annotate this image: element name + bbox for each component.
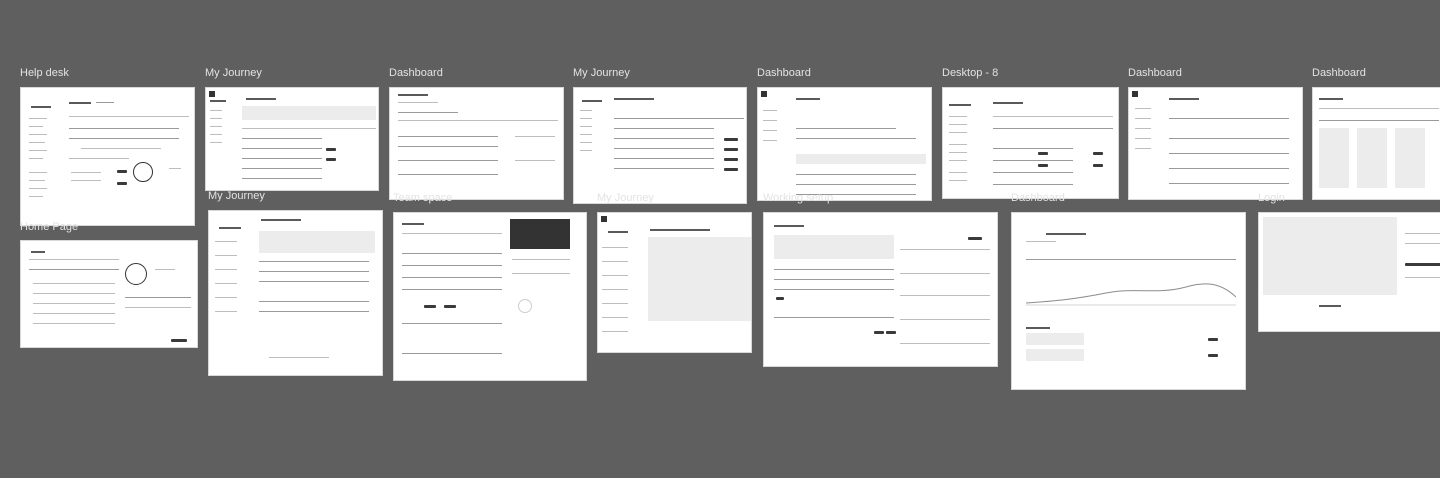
frame-my-journey[interactable] [573, 87, 747, 204]
frame-my-journey[interactable] [208, 210, 383, 376]
frame-dashboard[interactable] [1011, 212, 1246, 390]
frame-label[interactable]: Working setup [763, 192, 833, 205]
frame-label[interactable]: Dashboard [1011, 192, 1065, 205]
frame-label[interactable]: Dashboard [1312, 67, 1366, 80]
frame-my-journey[interactable] [597, 212, 752, 353]
frame-dashboard[interactable] [389, 87, 564, 200]
frame-label[interactable]: Help desk [20, 67, 69, 80]
frame-label[interactable]: My Journey [597, 192, 654, 205]
frame-label[interactable]: Team space [393, 192, 452, 205]
frame-desktop-8[interactable] [942, 87, 1119, 199]
frame-label[interactable]: My Journey [208, 190, 265, 203]
frame-dashboard[interactable] [1128, 87, 1303, 200]
frame-label[interactable]: My Journey [573, 67, 630, 80]
frame-label[interactable]: Desktop - 8 [942, 67, 998, 80]
frame-label[interactable]: Home Page [20, 221, 78, 234]
frame-dashboard[interactable] [1312, 87, 1440, 200]
frame-label[interactable]: My Journey [205, 67, 262, 80]
frame-dashboard[interactable] [757, 87, 932, 201]
frame-help-desk[interactable] [20, 87, 195, 226]
frame-label[interactable]: Dashboard [1128, 67, 1182, 80]
frame-home-page[interactable] [20, 240, 198, 348]
frame-label[interactable]: Dashboard [757, 67, 811, 80]
frame-my-journey[interactable] [205, 87, 379, 191]
frame-working-setup[interactable] [763, 212, 998, 367]
frame-label[interactable]: Dashboard [389, 67, 443, 80]
frame-team-space[interactable] [393, 212, 587, 381]
frame-login[interactable] [1258, 212, 1440, 332]
frame-label[interactable]: Login [1258, 192, 1285, 205]
